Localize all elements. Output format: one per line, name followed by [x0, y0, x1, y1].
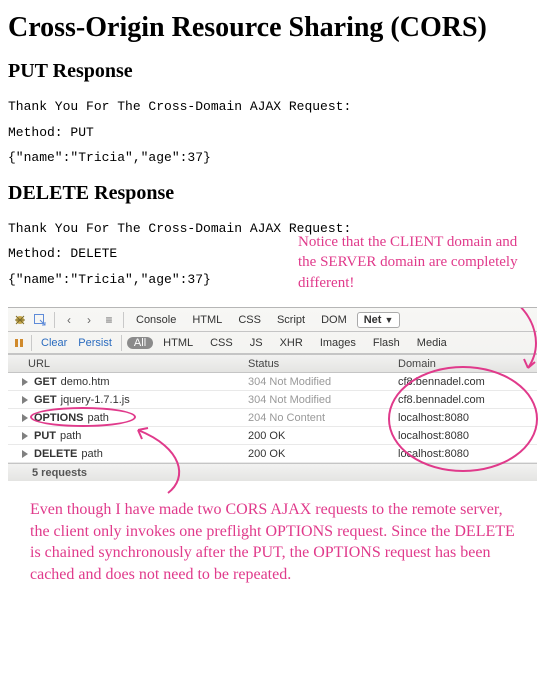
tab-net[interactable]: Net▼	[357, 312, 401, 328]
separator	[31, 335, 32, 351]
request-method: GET	[34, 376, 57, 388]
menu-icon[interactable]: ≡	[101, 312, 117, 328]
table-footer: 5 requests	[8, 463, 537, 481]
row-domain: localhost:8080	[398, 448, 537, 460]
table-row[interactable]: GET demo.htm304 Not Modifiedcf8.bennadel…	[8, 373, 537, 391]
request-method: DELETE	[34, 448, 77, 460]
request-url: jquery-1.7.1.js	[61, 394, 130, 406]
filter-css[interactable]: CSS	[203, 337, 240, 349]
expand-triangle-icon[interactable]	[22, 396, 28, 404]
page-title: Cross-Origin Resource Sharing (CORS)	[8, 12, 537, 44]
request-method: GET	[34, 394, 57, 406]
tab-dom[interactable]: DOM	[315, 313, 353, 327]
expand-triangle-icon[interactable]	[22, 378, 28, 386]
put-body: {"name":"Tricia","age":37}	[8, 148, 537, 168]
network-table: URL Status Domain GET demo.htm304 Not Mo…	[8, 354, 537, 481]
col-header-status[interactable]: Status	[248, 358, 398, 370]
table-row[interactable]: OPTIONS path204 No Contentlocalhost:8080	[8, 409, 537, 427]
tab-console[interactable]: Console	[130, 313, 182, 327]
table-row[interactable]: GET jquery-1.7.1.js304 Not Modifiedcf8.b…	[8, 391, 537, 409]
tab-css[interactable]: CSS	[232, 313, 267, 327]
request-method: PUT	[34, 430, 56, 442]
pause-icon[interactable]	[12, 336, 26, 350]
request-url: path	[81, 448, 102, 460]
filter-js[interactable]: JS	[243, 337, 270, 349]
request-method: OPTIONS	[34, 412, 84, 424]
request-url: path	[60, 430, 81, 442]
persist-button[interactable]: Persist	[74, 337, 116, 349]
row-status: 204 No Content	[248, 412, 398, 424]
inspect-icon[interactable]	[32, 312, 48, 328]
filter-media[interactable]: Media	[410, 337, 454, 349]
annotation-bottom: Even though I have made two CORS AJAX re…	[8, 481, 537, 593]
filter-all[interactable]: All	[127, 337, 153, 349]
devtools-panel: Notice that the CLIENT domain and the SE…	[8, 307, 537, 481]
table-row[interactable]: DELETE path200 OKlocalhost:8080	[8, 445, 537, 463]
put-heading: PUT Response	[8, 60, 537, 83]
filter-html[interactable]: HTML	[156, 337, 200, 349]
delete-heading: DELETE Response	[8, 182, 537, 205]
separator	[54, 312, 55, 328]
row-url: DELETE path	[8, 448, 248, 460]
row-domain: localhost:8080	[398, 430, 537, 442]
separator	[123, 312, 124, 328]
expand-triangle-icon[interactable]	[22, 414, 28, 422]
tab-script[interactable]: Script	[271, 313, 311, 327]
request-url: demo.htm	[61, 376, 110, 388]
row-status: 200 OK	[248, 430, 398, 442]
row-domain: cf8.bennadel.com	[398, 394, 537, 406]
col-header-url[interactable]: URL	[8, 358, 248, 370]
row-status: 200 OK	[248, 448, 398, 460]
tab-net-label: Net	[364, 314, 382, 326]
expand-triangle-icon[interactable]	[22, 432, 28, 440]
row-status: 304 Not Modified	[248, 376, 398, 388]
tab-html[interactable]: HTML	[186, 313, 228, 327]
request-url: path	[88, 412, 109, 424]
bug-icon[interactable]	[12, 312, 28, 328]
row-domain: cf8.bennadel.com	[398, 376, 537, 388]
clear-button[interactable]: Clear	[37, 337, 71, 349]
annotation-top: Notice that the CLIENT domain and the SE…	[298, 232, 528, 293]
row-status: 304 Not Modified	[248, 394, 398, 406]
table-header: URL Status Domain	[8, 355, 537, 373]
col-header-domain[interactable]: Domain	[398, 358, 537, 370]
put-thanks: Thank You For The Cross-Domain AJAX Requ…	[8, 97, 537, 117]
devtools-toolbar-1: ‹ › ≡ Console HTML CSS Script DOM Net▼	[8, 308, 537, 332]
expand-triangle-icon[interactable]	[22, 450, 28, 458]
filter-flash[interactable]: Flash	[366, 337, 407, 349]
table-row[interactable]: PUT path200 OKlocalhost:8080	[8, 427, 537, 445]
row-url: GET demo.htm	[8, 376, 248, 388]
filter-images[interactable]: Images	[313, 337, 363, 349]
nav-back-icon[interactable]: ‹	[61, 312, 77, 328]
row-url: GET jquery-1.7.1.js	[8, 394, 248, 406]
row-url: OPTIONS path	[8, 412, 248, 424]
nav-fwd-icon[interactable]: ›	[81, 312, 97, 328]
separator	[121, 335, 122, 351]
devtools-toolbar-2: Clear Persist All HTML CSS JS XHR Images…	[8, 332, 537, 354]
put-method: Method: PUT	[8, 123, 537, 143]
filter-xhr[interactable]: XHR	[273, 337, 310, 349]
row-url: PUT path	[8, 430, 248, 442]
chevron-down-icon: ▼	[384, 315, 393, 325]
row-domain: localhost:8080	[398, 412, 537, 424]
